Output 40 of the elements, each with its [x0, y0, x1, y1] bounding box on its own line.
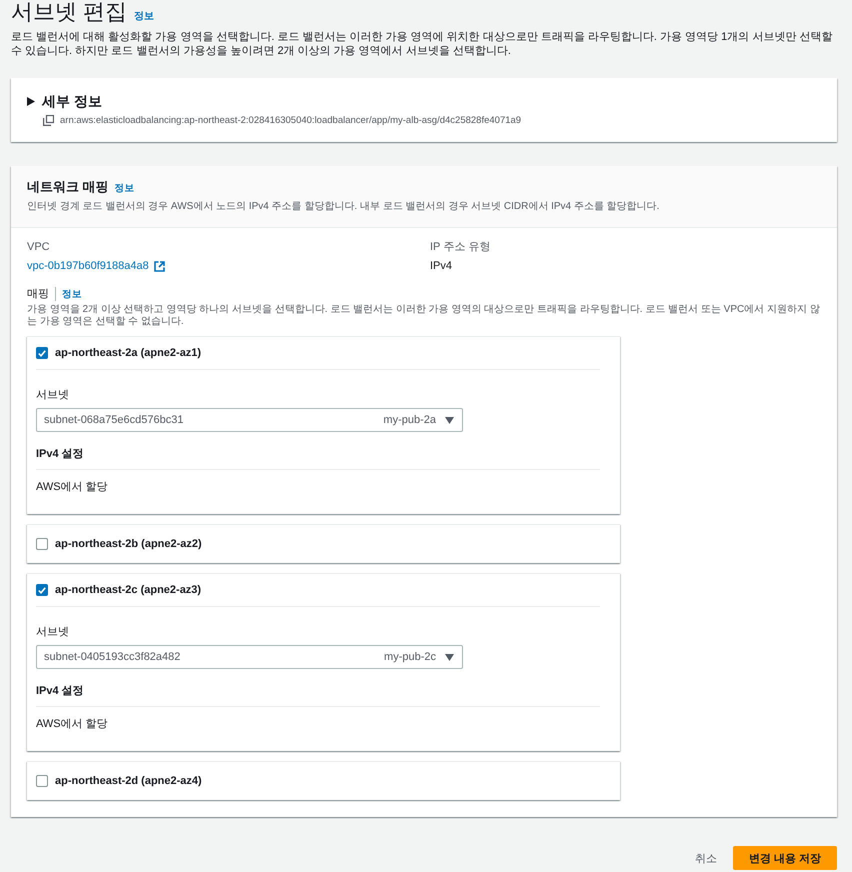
field-label: IP 주소 유형 [430, 240, 492, 254]
caret-icon[interactable] [27, 96, 35, 106]
field-label: 서브넷 [36, 625, 70, 639]
zone-checkbox[interactable] [36, 538, 48, 550]
zone-name[interactable]: ap-northeast-2a (apne2-az1) [55, 346, 202, 360]
zone-checkbox[interactable] [36, 775, 48, 787]
section-label: IPv4 설정 [36, 447, 85, 461]
page-description: 로드 밸런서에 대해 활성화할 가용 영역을 선택합니다. 로드 밸런서는 이러한 가용 영역에 위치한 대상으로만 트래픽을 라우팅합니다. 가용 영역당 1개의 서브넷만 선택할 수 있습니다. 하지만 로드 밸런서의 가용성을 높이려면 2개 이상의 가용 영역에서 서브넷을 선택합니다. [11, 30, 834, 58]
field-value: AWS에서 할당 [36, 717, 109, 731]
field-value: AWS에서 할당 [36, 480, 109, 494]
page-title: 서브넷 편집 [11, 0, 128, 26]
subnet-select[interactable]: subnet-068a75e6cd576bc31 my-pub-2a [36, 408, 463, 432]
copy-icon[interactable] [43, 115, 54, 126]
vpc-link[interactable]: vpc-0b197b60f9188a4a8 [27, 259, 149, 273]
cancel-button[interactable]: 취소 [694, 848, 717, 868]
dropdown-caret-icon [445, 654, 454, 660]
zone-name[interactable]: ap-northeast-2b (apne2-az2) [55, 537, 202, 551]
field-label: 서브넷 [36, 388, 70, 402]
zone-name[interactable]: ap-northeast-2c (apne2-az3) [55, 583, 202, 597]
save-button[interactable]: 변경 내용 저장 [732, 846, 837, 870]
panel-title[interactable]: 세부 정보 [42, 92, 102, 110]
panel-title: 네트워크 매핑 [27, 178, 109, 196]
subnet-select[interactable]: subnet-0405193cc3f82a482 my-pub-2c [36, 645, 463, 669]
arn-text: arn:aws:elasticloadbalancing:ap-northeast-2:028416305040:loadbalancer/app/my-alb-asg/d4c25828fe4071a9 [60, 115, 522, 126]
mapping-description: 가용 영역을 2개 이상 선택하고 영역당 하나의 서브넷을 선택합니다. 로드 밸런서는 이러한 가용 영역의 대상으로만 트래픽을 라우팅합니다. 로드 밸런서 또는 VPC에서 지원하지 않는 가용 영역은 선택할 수 없습니다. [27, 304, 821, 328]
check-icon [38, 586, 46, 594]
zone-checkbox[interactable] [36, 584, 48, 596]
external-link-icon[interactable] [154, 260, 165, 272]
zone-name[interactable]: ap-northeast-2d (apne2-az4) [55, 774, 202, 788]
info-link[interactable]: 정보 [62, 288, 82, 300]
panel-description: 인터넷 경계 로드 밸런서의 경우 AWS에서 노드의 IPv4 주소를 할당합니다. 내부 로드 밸런서의 경우 서브넷 CIDR에서 IPv4 주소를 할당합니다. [27, 200, 660, 213]
check-icon [38, 350, 46, 356]
field-label: 매핑 [27, 287, 56, 301]
field-label: VPC [27, 240, 51, 254]
zone-checkbox[interactable] [36, 347, 48, 359]
section-label: IPv4 설정 [36, 684, 85, 698]
dropdown-caret-icon [445, 416, 454, 424]
info-link[interactable]: 정보 [134, 9, 154, 23]
info-link[interactable]: 정보 [114, 182, 135, 195]
field-value: IPv4 [430, 259, 454, 273]
